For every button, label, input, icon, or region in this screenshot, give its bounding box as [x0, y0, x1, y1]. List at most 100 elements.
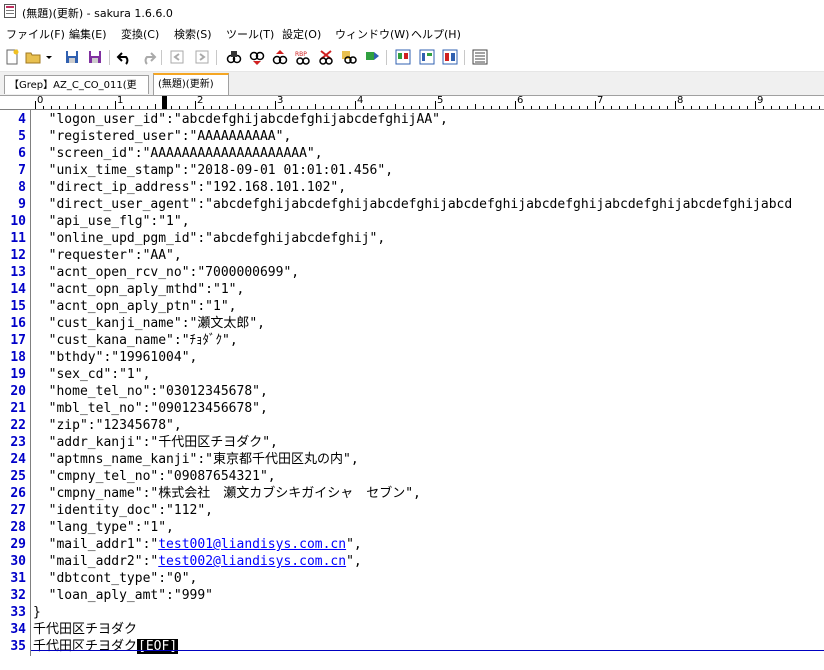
ruler-tick [811, 106, 812, 109]
find-prev-icon[interactable] [271, 48, 289, 66]
ruler-tick [363, 106, 364, 109]
code-line[interactable]: "cmpny_name":"株式会社 瀬文カブシキガイシャ セブン", [33, 485, 421, 502]
code-line[interactable]: "screen_id":"AAAAAAAAAAAAAAAAAAAA", [33, 145, 323, 162]
code-line[interactable]: "lang_type":"1", [33, 519, 174, 536]
code-line[interactable]: "identity_doc":"112", [33, 502, 213, 519]
outline-icon[interactable] [418, 48, 436, 66]
tab-grep-result[interactable]: 【Grep】AZ_C_CO_011(更新) [4, 75, 149, 110]
clear-mark-icon[interactable] [317, 48, 335, 66]
code-line[interactable]: "registered_user":"AAAAAAAAAA", [33, 128, 292, 145]
code-line[interactable]: "unix_time_stamp":"2018-09-01 01:01:01.4… [33, 162, 393, 179]
menu-help[interactable]: ヘルプ(H) [411, 26, 461, 42]
save-icon[interactable] [63, 48, 81, 66]
grep-icon[interactable] [340, 48, 358, 66]
code-line[interactable]: "mail_addr1":"test001@liandisys.com.cn", [33, 536, 362, 553]
ruler-tick [283, 106, 284, 109]
code-line[interactable]: "sex_cd":"1", [33, 366, 151, 383]
compare-icon[interactable] [394, 48, 412, 66]
ruler-tick [299, 106, 300, 109]
code-line[interactable]: "cust_kana_name":"ﾁｮﾀﾞｸ", [33, 332, 238, 349]
ruler-tick [755, 101, 756, 109]
line-number: 15 [10, 299, 26, 314]
new-file-icon[interactable] [3, 48, 21, 66]
ruler-tick [83, 106, 84, 109]
code-line[interactable]: 千代田区チヨダク [33, 621, 137, 638]
code-line[interactable]: "api_use_flg":"1", [33, 213, 190, 230]
ruler-tick [107, 106, 108, 109]
line-number: 20 [10, 384, 26, 399]
sakura-app-icon [4, 4, 16, 18]
line-number: 11 [10, 231, 26, 246]
menu-search[interactable]: 検索(S) [174, 26, 212, 42]
ruler-tick [547, 106, 548, 109]
ruler-tick [619, 106, 620, 109]
code-line[interactable]: } [33, 604, 41, 621]
menu-edit[interactable]: 編集(E) [69, 26, 107, 42]
menu-settings[interactable]: 設定(O) [282, 26, 321, 42]
code-line[interactable]: "logon_user_id":"abcdefghijabcdefghijabc… [33, 111, 448, 128]
jump-back-icon[interactable] [168, 48, 186, 66]
save-all-icon[interactable] [86, 48, 104, 66]
ruler-tick [603, 106, 604, 109]
code-line[interactable]: "direct_ip_address":"192.168.101.102", [33, 179, 346, 196]
code-line[interactable]: "mail_addr2":"test002@liandisys.com.cn", [33, 553, 362, 570]
ruler-tick [459, 106, 460, 109]
ruler-number: 9 [757, 95, 764, 106]
code-line[interactable]: "acnt_opn_aply_mthd":"1", [33, 281, 245, 298]
code-line[interactable]: "mbl_tel_no":"090123456678", [33, 400, 268, 417]
ruler-tick [43, 106, 44, 109]
code-line[interactable]: "addr_kanji":"千代田区チヨダク", [33, 434, 278, 451]
code-line[interactable]: "cust_kanji_name":"瀬文太郎", [33, 315, 265, 332]
code-line[interactable]: "zip":"12345678", [33, 417, 182, 434]
line-number: 22 [10, 418, 26, 433]
email-link[interactable]: test002@liandisys.com.cn [158, 554, 346, 569]
line-number: 33 [10, 605, 26, 620]
jump-forward-icon[interactable] [193, 48, 211, 66]
redo-icon[interactable] [139, 48, 157, 66]
ruler-tick [443, 106, 444, 109]
ruler-number: 5 [437, 95, 444, 106]
code-line[interactable]: "requester":"AA", [33, 247, 182, 264]
settings-icon[interactable] [441, 48, 459, 66]
ruler-tick [715, 104, 716, 109]
open-file-icon[interactable] [24, 48, 42, 66]
find-icon[interactable] [225, 48, 243, 66]
code-line[interactable]: "dbtcont_type":"0", [33, 570, 198, 587]
text-editor[interactable]: 4 5 6 7 8 9 10 11 12 13 14 15 16 17 18 19 20 21 22 23 24 25 26… [0, 110, 824, 656]
ruler-tick [683, 106, 684, 109]
code-line[interactable]: "direct_user_agent":"abcdefghijabcdefghi… [33, 196, 793, 213]
code-line[interactable]: "aptmns_name_kanji":"東京都千代田区丸の内", [33, 451, 359, 468]
line-number: 32 [10, 588, 26, 603]
find-next-icon[interactable] [248, 48, 266, 66]
replace-icon[interactable]: RBP [294, 48, 312, 66]
menu-tools[interactable]: ツール(T) [226, 26, 274, 42]
menu-file[interactable]: ファイル(F) [6, 26, 65, 42]
ruler-tick [411, 106, 412, 109]
email-link[interactable]: test001@liandisys.com.cn [158, 537, 346, 552]
ruler-tick [155, 104, 156, 109]
open-dropdown-icon[interactable] [44, 48, 54, 66]
code-line[interactable]: "online_upd_pgm_id":"abcdefghijabcdefghi… [33, 230, 386, 247]
ruler-tick [99, 106, 100, 109]
ruler-tick [731, 106, 732, 109]
window-list-icon[interactable] [471, 48, 489, 66]
code-line[interactable]: 千代田区チヨダク[EOF] [33, 638, 179, 655]
code-line[interactable]: "loan_aply_amt":"999" [33, 587, 213, 604]
undo-icon[interactable] [116, 48, 134, 66]
tag-jump-icon[interactable] [363, 48, 381, 66]
tab-bar: 【Grep】AZ_C_CO_011(更新) (無題)(更新) [0, 72, 824, 110]
ruler-tick [539, 106, 540, 109]
svg-text:RBP: RBP [295, 51, 307, 58]
code-line[interactable]: "bthdy":"19961004", [33, 349, 198, 366]
ruler-tick [723, 106, 724, 109]
menu-window[interactable]: ウィンドウ(W) [335, 26, 409, 42]
ruler-tick [819, 106, 820, 109]
ruler-tick [523, 106, 524, 109]
code-line[interactable]: "cmpny_tel_no":"09087654321", [33, 468, 276, 485]
tab-untitled[interactable]: (無題)(更新) [153, 73, 229, 95]
code-line[interactable]: "home_tel_no":"03012345678", [33, 383, 268, 400]
code-line[interactable]: "acnt_opn_aply_ptn":"1", [33, 298, 237, 315]
ruler-tick [491, 106, 492, 109]
code-line[interactable]: "acnt_open_rcv_no":"7000000699", [33, 264, 299, 281]
menu-convert[interactable]: 変換(C) [121, 26, 159, 42]
